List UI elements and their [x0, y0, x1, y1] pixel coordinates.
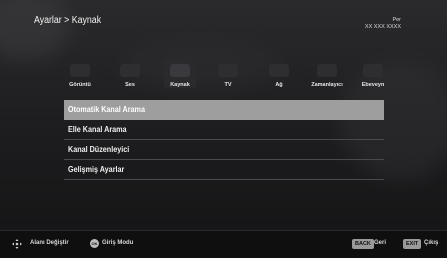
dpad-icon — [12, 239, 22, 249]
source-menu: Otomatik Kanal Arama Elle Kanal Arama Ka… — [64, 100, 384, 180]
sound-icon — [120, 64, 140, 77]
tv-icon — [218, 64, 238, 77]
tab-sound[interactable]: Ses — [106, 62, 154, 92]
tab-picture[interactable]: Görüntü — [56, 62, 104, 92]
tab-tv[interactable]: TV — [204, 62, 252, 92]
clock-day: Per — [392, 17, 401, 23]
menu-item-auto-channel-scan[interactable]: Otomatik Kanal Arama — [64, 100, 384, 120]
clock: Per XX XXX XXXX — [365, 17, 401, 31]
footer-hints: Alanı Değiştir OK Giriş Modu BACK Geri E… — [0, 230, 447, 258]
back-hint-label: Geri — [374, 240, 387, 246]
menu-item-advanced-settings[interactable]: Gelişmiş Ayarlar — [64, 160, 384, 180]
menu-item-channel-editor[interactable]: Kanal Düzenleyici — [64, 140, 384, 160]
tab-parental[interactable]: Ebeveyn — [349, 62, 397, 92]
menu-item-label: Kanal Düzenleyici — [68, 145, 130, 154]
exit-hint-label: Çıkış — [424, 240, 439, 246]
breadcrumb: Ayarlar > Kaynak — [34, 15, 102, 26]
tv-settings-screen: Ayarlar > Kaynak Per XX XXX XXXX Görüntü… — [0, 0, 447, 258]
back-key-badge: BACK — [352, 239, 374, 249]
tab-label: Ebeveyn — [361, 82, 385, 88]
tab-network[interactable]: Ağ — [255, 62, 303, 92]
clock-time: XX XXX XXXX — [364, 24, 401, 30]
menu-item-label: Gelişmiş Ayarlar — [68, 165, 125, 174]
exit-key-badge: EXIT — [403, 239, 422, 249]
source-icon — [170, 64, 190, 77]
ok-button-icon: OK — [90, 239, 99, 248]
menu-item-label: Elle Kanal Arama — [68, 125, 127, 134]
header: Ayarlar > Kaynak Per XX XXX XXXX — [0, 0, 447, 50]
tab-source[interactable]: Kaynak — [156, 58, 204, 92]
timer-icon — [317, 64, 337, 77]
network-icon — [269, 64, 289, 77]
category-tabs: Görüntü Ses Kaynak TV Ağ Zamanlayıcı Ebe… — [56, 58, 397, 92]
menu-item-label: Otomatik Kanal Arama — [68, 105, 145, 114]
menu-item-manual-channel-scan[interactable]: Elle Kanal Arama — [64, 120, 384, 140]
parental-icon — [363, 64, 383, 77]
ok-hint-label: Giriş Modu — [102, 240, 134, 246]
navigate-hint-label: Alanı Değiştir — [30, 240, 69, 246]
picture-icon — [70, 64, 90, 77]
